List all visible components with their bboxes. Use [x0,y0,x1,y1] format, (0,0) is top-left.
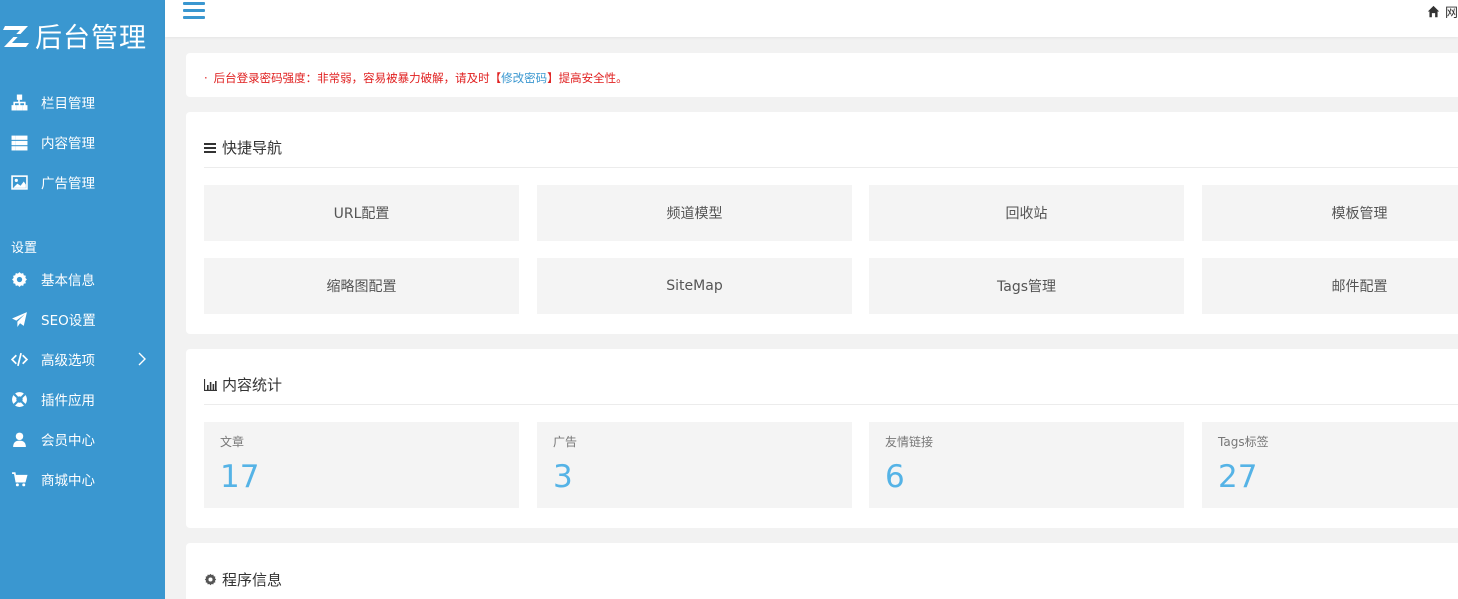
sidebar-item-label: 广告管理 [41,176,95,192]
panel-title: 程序信息 [204,569,282,590]
bars-icon [204,143,216,153]
alert-bracket-open: 【 [489,71,502,85]
alert-bracket-close: 】 [547,71,559,85]
panel-title: 内容统计 [204,374,282,395]
alert-text: · 后台登录密码强度：非常弱，容易被暴力破解，请及时【修改密码】提高安全性。 [204,70,628,86]
stat-value: 3 [553,459,573,495]
code-icon [10,350,28,368]
change-password-link[interactable]: 修改密码 [501,71,547,85]
quick-nav-recycle-bin[interactable]: 回收站 [869,185,1184,241]
sidebar-item-content[interactable]: 内容管理 [0,122,165,162]
cart-icon [10,470,28,488]
stat-card-articles[interactable]: 文章 17 [204,422,519,508]
sidebar-item-shop[interactable]: 商城中心 [0,459,165,499]
quick-nav-url-config[interactable]: URL配置 [204,185,519,241]
sidebar: 后台管理 栏目管理 内容管理 广告管理 设置 基本信息 SEO设置 高级选项 插… [0,0,165,599]
quick-nav-sitemap[interactable]: SiteMap [537,258,852,314]
home-label: 网 [1444,6,1458,21]
image-icon [10,173,28,191]
stat-label: Tags标签 [1218,435,1269,449]
logo-icon [3,26,29,47]
divider [204,167,1458,168]
stat-card-tags[interactable]: Tags标签 27 [1202,422,1458,508]
password-alert: · 后台登录密码强度：非常弱，容易被暴力破解，请及时【修改密码】提高安全性。 [186,53,1458,97]
stat-label: 文章 [220,435,245,449]
user-icon [10,430,28,448]
quick-nav-panel: 快捷导航 URL配置 频道模型 回收站 模板管理 缩略图配置 SiteMap T… [186,112,1458,334]
list-icon [10,133,28,151]
sidebar-item-advanced[interactable]: 高级选项 [0,339,165,379]
paper-plane-icon [10,310,28,328]
sidebar-item-basic-info[interactable]: 基本信息 [0,259,165,299]
quick-nav-thumbnail-config[interactable]: 缩略图配置 [204,258,519,314]
sidebar-item-label: 基本信息 [41,273,95,289]
home-icon [1427,5,1440,18]
sidebar-item-label: SEO设置 [41,313,96,329]
sidebar-section-settings: 设置 [11,241,38,256]
alert-message: 后台登录密码强度：非常弱，容易被暴力破解，请及时 [213,71,490,85]
stats-title: 内容统计 [222,376,283,394]
alert-message-tail: 提高安全性。 [558,71,628,85]
sidebar-item-label: 会员中心 [41,433,95,449]
quick-nav-template[interactable]: 模板管理 [1202,185,1458,241]
quick-nav-tags[interactable]: Tags管理 [869,258,1184,314]
sidebar-item-label: 商城中心 [41,473,95,489]
quick-nav-channel-model[interactable]: 频道模型 [537,185,852,241]
sidebar-item-label: 内容管理 [41,136,95,152]
panel-title: 快捷导航 [204,137,282,158]
stat-value: 27 [1218,459,1258,495]
gear-icon [10,270,28,288]
stat-value: 6 [885,459,905,495]
home-link[interactable]: 网 [1427,2,1458,21]
sidebar-item-columns[interactable]: 栏目管理 [0,82,165,122]
stat-label: 广告 [553,435,578,449]
stat-card-ads[interactable]: 广告 3 [537,422,852,508]
stat-value: 17 [220,459,260,495]
stat-label: 友情链接 [885,435,934,449]
bar-chart-icon [204,379,217,391]
sidebar-item-label: 插件应用 [41,393,95,409]
quick-nav-mail-config[interactable]: 邮件配置 [1202,258,1458,314]
sidebar-item-ads[interactable]: 广告管理 [0,162,165,202]
gear-icon [204,573,217,586]
top-bar: 网 [165,0,1458,37]
logo[interactable]: 后台管理 [0,14,165,56]
quick-nav-title: 快捷导航 [222,139,283,157]
content-stats-panel: 内容统计 文章 17 广告 3 友情链接 6 Tags标签 27 [186,349,1458,528]
sidebar-item-seo[interactable]: SEO设置 [0,299,165,339]
support-icon [10,390,28,408]
chevron-right-icon [138,352,146,366]
hamburger-icon[interactable] [183,2,205,19]
sidebar-item-label: 高级选项 [41,353,95,369]
program-info-panel: 程序信息 [186,543,1458,599]
sidebar-item-plugins[interactable]: 插件应用 [0,379,165,419]
program-info-title: 程序信息 [222,571,283,589]
brand-name: 后台管理 [35,22,147,54]
stat-card-links[interactable]: 友情链接 6 [869,422,1184,508]
divider [204,404,1458,405]
sidebar-item-members[interactable]: 会员中心 [0,419,165,459]
sidebar-item-label: 栏目管理 [41,96,95,112]
alert-bullet: · [204,71,208,85]
sitemap-icon [10,93,28,111]
